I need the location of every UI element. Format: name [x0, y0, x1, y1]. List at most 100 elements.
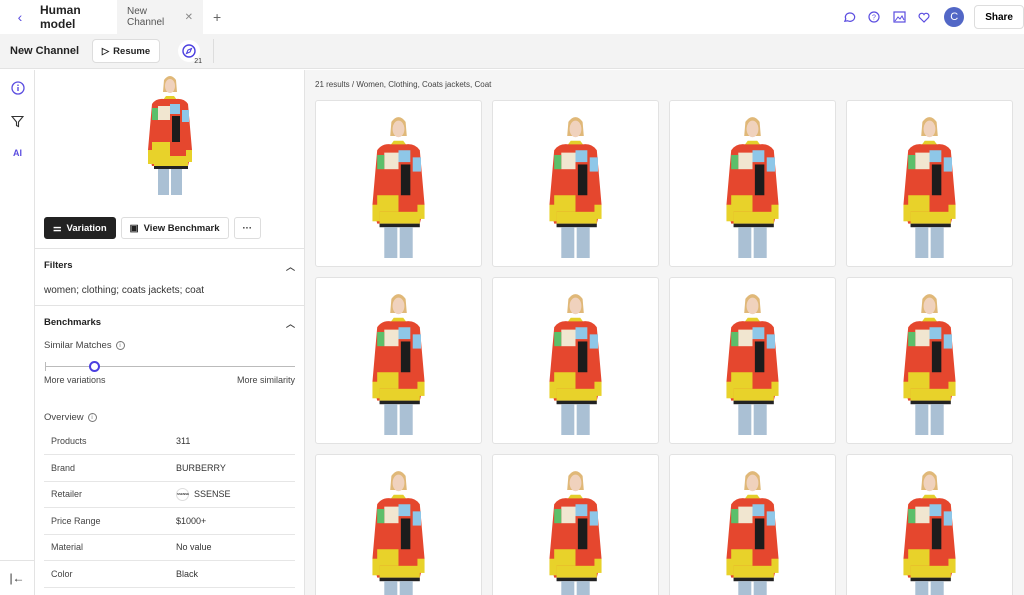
- overview-label: Overview: [44, 412, 84, 423]
- overview-row: Material No value: [44, 534, 295, 561]
- overview-value-text: Black: [176, 568, 199, 579]
- product-image: [726, 293, 779, 435]
- add-tab-icon[interactable]: +: [213, 9, 221, 25]
- filter-icon[interactable]: [10, 114, 25, 129]
- reference-product-image: [130, 70, 210, 195]
- chevron-up-icon[interactable]: ︿: [286, 260, 295, 273]
- info-icon: i: [115, 341, 125, 350]
- overview-value: $1000+: [176, 507, 295, 535]
- share-button[interactable]: Share: [974, 5, 1024, 29]
- collapse-panel-icon[interactable]: |←: [0, 560, 34, 595]
- product-card[interactable]: [846, 100, 1013, 267]
- filters-text: women; clothing; coats jackets; coat: [44, 285, 205, 296]
- product-card[interactable]: [846, 277, 1013, 444]
- slider-handle[interactable]: [89, 361, 100, 372]
- info-icon: i: [87, 413, 97, 422]
- overview-table: Products 311 Brand BURBERRY Retailer SSENSE SS…: [44, 428, 295, 588]
- product-image: [549, 470, 602, 595]
- info-icon[interactable]: [10, 80, 25, 95]
- product-image: [549, 116, 602, 258]
- product-image: [903, 293, 956, 435]
- overview-value-text: 311: [176, 436, 191, 446]
- overview-row: Retailer SSENSE SSENSE: [44, 481, 295, 508]
- product-image: [903, 470, 956, 595]
- overview-value-text: No value: [176, 542, 212, 553]
- tab-new-channel[interactable]: New Channel ✕: [117, 0, 203, 34]
- view-benchmark-button[interactable]: ▣ View Benchmark: [120, 217, 229, 239]
- product-image: [372, 116, 425, 258]
- slider-max-label: More similarity: [236, 375, 295, 385]
- product-card[interactable]: [315, 277, 482, 444]
- overview-key: Material: [44, 534, 176, 561]
- product-image: [726, 116, 779, 258]
- product-image: [726, 470, 779, 595]
- compass-icon: [182, 44, 196, 58]
- slider-min-label: More variations: [44, 375, 106, 385]
- variation-button[interactable]: ⚌ Variation: [44, 217, 116, 239]
- overview-row: Brand BURBERRY: [44, 454, 295, 482]
- product-card[interactable]: [492, 100, 659, 267]
- back-icon[interactable]: ‹: [0, 9, 40, 25]
- product-card[interactable]: [492, 277, 659, 444]
- play-icon: ▷: [101, 45, 110, 57]
- ai-tab[interactable]: AI: [10, 145, 25, 160]
- overview-key: Brand: [44, 454, 176, 482]
- icon-rail: AI |←: [0, 70, 35, 595]
- overview-value-text: SSENSE: [194, 488, 231, 499]
- breadcrumb: 21 results / Women, Clothing, Coats jack…: [315, 80, 492, 89]
- product-grid: [315, 100, 1013, 595]
- product-image: [549, 293, 602, 435]
- overview-row: Price Range $1000+: [44, 507, 295, 535]
- details-panel: ⚌ Variation ▣ View Benchmark ··· Filters ︿ …: [35, 70, 305, 595]
- image-icon[interactable]: [891, 9, 907, 25]
- overview-key: Color: [44, 560, 176, 588]
- overview-key: Retailer: [44, 481, 176, 508]
- chat-icon[interactable]: [841, 9, 857, 25]
- similarity-slider[interactable]: [45, 361, 295, 372]
- filters-title: Filters: [44, 260, 73, 271]
- benchmarks-title: Benchmarks: [44, 317, 102, 328]
- close-icon[interactable]: ✕: [185, 12, 193, 23]
- product-image: [372, 470, 425, 595]
- avatar[interactable]: C: [944, 7, 965, 27]
- overview-value-text: $1000+: [176, 515, 207, 526]
- svg-text:?: ?: [872, 15, 876, 22]
- overview-key: Price Range: [44, 507, 176, 535]
- overview-key: Products: [44, 428, 176, 455]
- product-card[interactable]: [669, 277, 836, 444]
- product-image: [903, 116, 956, 258]
- product-card[interactable]: [669, 100, 836, 267]
- product-card[interactable]: [846, 454, 1013, 595]
- product-card[interactable]: [315, 100, 482, 267]
- overview-value-text: BURBERRY: [176, 462, 226, 473]
- top-bar: ‹ Human model New Channel ✕ + ? C Share: [0, 0, 1024, 34]
- resume-button[interactable]: ▷ Resume: [92, 39, 160, 63]
- product-card[interactable]: [492, 454, 659, 595]
- channel-title: New Channel: [10, 45, 80, 57]
- filters-section: Filters ︿ women; clothing; coats jackets;…: [35, 248, 304, 305]
- overview-value: Black: [176, 560, 295, 588]
- image-icon: ▣: [129, 222, 139, 234]
- benchmark-label: View Benchmark: [143, 222, 220, 234]
- channel-toolbar: New Channel ▷ Resume 21: [0, 34, 1024, 69]
- chevron-up-icon[interactable]: ︿: [286, 317, 295, 330]
- results-area: 21 results / Women, Clothing, Coats jack…: [305, 70, 1024, 595]
- resume-label: Resume: [113, 45, 151, 57]
- product-card[interactable]: [669, 454, 836, 595]
- tab-label: New Channel: [127, 6, 165, 28]
- explore-button[interactable]: 21: [178, 40, 202, 65]
- divider: [213, 39, 214, 63]
- overview-value: BURBERRY: [176, 454, 295, 482]
- product-card[interactable]: [315, 454, 482, 595]
- sliders-icon: ⚌: [53, 222, 62, 234]
- retailer-logo: SSENSE: [176, 487, 189, 501]
- more-options-button[interactable]: ···: [233, 217, 262, 239]
- product-image: [372, 293, 425, 435]
- help-icon[interactable]: ?: [866, 9, 882, 25]
- results-count: 21: [194, 58, 202, 65]
- overview-row: Products 311: [44, 428, 295, 455]
- overview-value: SSENSE SSENSE: [176, 481, 295, 508]
- app-title: Human model: [40, 3, 81, 31]
- similar-matches-label: Similar Matches: [44, 340, 112, 351]
- heart-icon[interactable]: [916, 9, 932, 25]
